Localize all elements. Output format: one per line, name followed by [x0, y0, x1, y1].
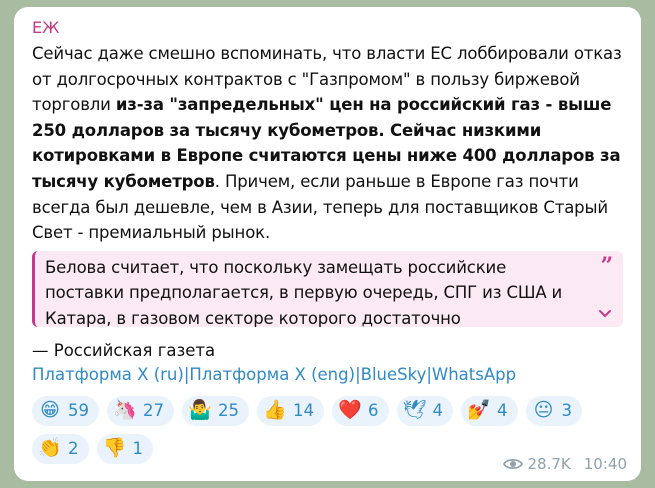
view-count: 28.7K	[527, 455, 571, 473]
reaction-count: 2	[68, 439, 79, 459]
quote-mark-icon: ”	[600, 252, 613, 279]
reaction-heart[interactable]: ❤️ 6	[332, 395, 389, 426]
thumbs-up-icon: 👍	[263, 399, 287, 422]
link-bluesky[interactable]: BlueSky	[361, 365, 427, 384]
link-whatsapp[interactable]: WhatsApp	[432, 365, 516, 384]
reaction-nail-polish[interactable]: 💅 4	[461, 395, 518, 426]
message-time: 10:40	[583, 455, 627, 473]
message-text: Сейчас даже смешно вспоминать, что власт…	[32, 41, 623, 246]
shrug-icon: 🤷‍♂️	[188, 399, 212, 422]
reaction-count: 14	[293, 401, 314, 421]
eye-icon	[502, 458, 523, 470]
reaction-shrug[interactable]: 🤷‍♂️ 25	[182, 395, 249, 426]
reaction-count: 6	[368, 401, 379, 421]
reaction-count: 59	[68, 401, 89, 421]
sender-name[interactable]: ЕЖ	[32, 17, 623, 41]
grinning-face-icon: 😁	[40, 399, 60, 422]
message-meta: 28.7K 10:40	[502, 455, 627, 473]
reaction-count: 1	[132, 439, 144, 459]
heart-icon: ❤️	[338, 399, 362, 422]
links-row: Платформа X (ru)|Платформа X (eng)|BlueS…	[32, 363, 623, 387]
reaction-grinning[interactable]: 😁 59	[32, 395, 99, 426]
neutral-face-icon: 😐	[533, 399, 554, 422]
link-platform-x-ru[interactable]: Платформа X (ru)	[32, 365, 184, 384]
reactions-bar: 😁 59 🦄 27 🤷‍♂️ 25 👍 14 ❤️ 6 🕊 4 💅 4 😐 3 👏 2 👎 1	[32, 395, 622, 464]
thumbs-down-icon: 👎	[102, 437, 127, 460]
unicorn-icon: 🦄	[113, 399, 137, 422]
blockquote[interactable]: Белова считает, что поскольку замещать р…	[32, 250, 623, 327]
dove-icon: 🕊	[402, 399, 427, 422]
quote-source: — Российская газета	[32, 340, 216, 360]
chevron-down-icon[interactable]	[597, 305, 613, 321]
reaction-neutral[interactable]: 😐 3	[525, 395, 582, 426]
reaction-count: 27	[143, 401, 164, 421]
message-bubble[interactable]: ЕЖ Сейчас даже смешно вспоминать, что вл…	[14, 7, 641, 481]
reaction-count: 4	[497, 401, 508, 421]
reaction-clapping[interactable]: 👏 2	[32, 433, 89, 464]
reaction-count: 3	[561, 401, 573, 421]
clapping-hands-icon: 👏	[38, 437, 62, 460]
reaction-count: 25	[218, 401, 239, 421]
reaction-thumbs-down[interactable]: 👎 1	[96, 433, 153, 464]
reaction-dove[interactable]: 🕊 4	[396, 395, 453, 426]
nail-polish-icon: 💅	[467, 399, 491, 422]
link-platform-x-eng[interactable]: Платформа X (eng)	[189, 365, 355, 384]
reaction-thumbs-up[interactable]: 👍 14	[257, 395, 324, 426]
reaction-count: 4	[432, 401, 444, 421]
reaction-unicorn[interactable]: 🦄 27	[107, 395, 174, 426]
quote-text: Белова считает, что поскольку замещать р…	[45, 257, 563, 327]
